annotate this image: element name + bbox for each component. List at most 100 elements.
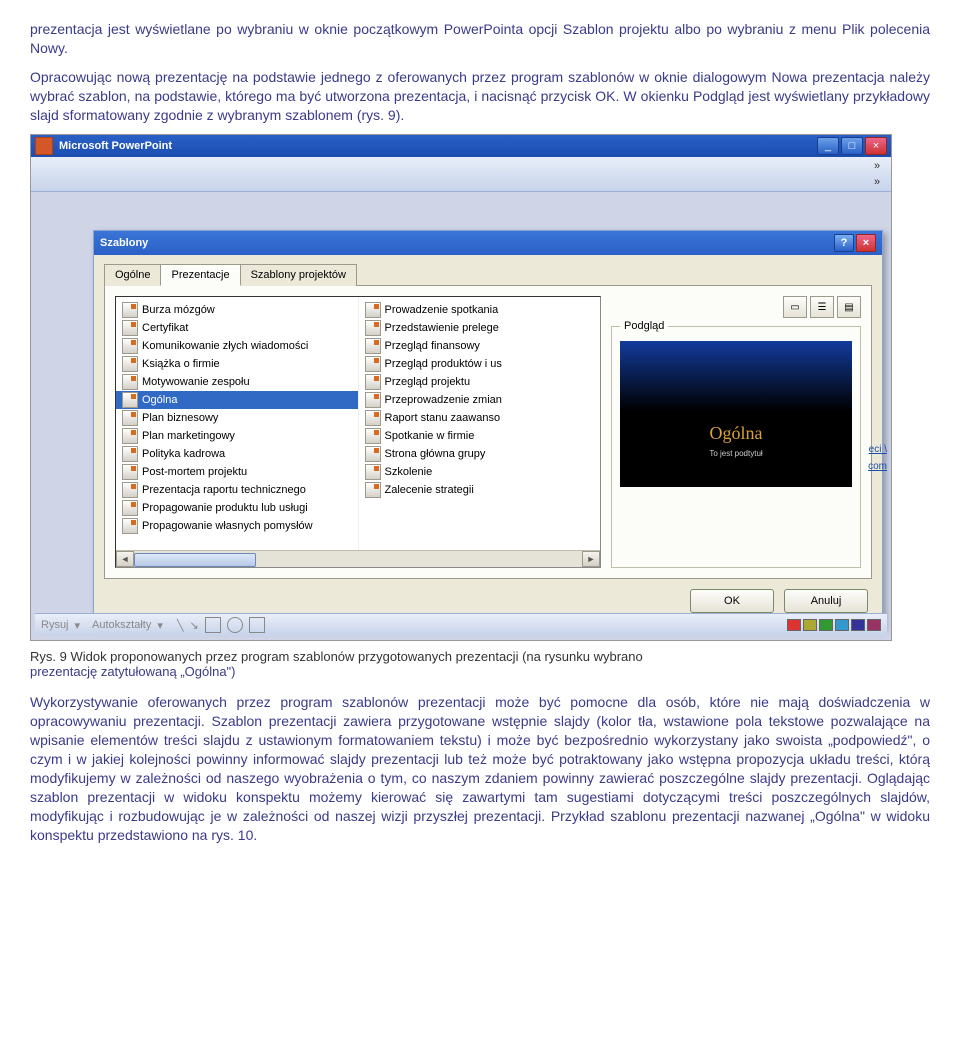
list-item[interactable]: Zalecenie strategii <box>359 481 601 499</box>
list-item[interactable]: Polityka kadrowa <box>116 445 358 463</box>
list-item-label: Prezentacja raportu technicznego <box>142 484 306 496</box>
tab-prezentacje[interactable]: Prezentacje <box>160 264 240 286</box>
dialog-close-button[interactable]: × <box>856 234 876 252</box>
list-item[interactable]: Ogólna <box>116 391 358 409</box>
close-button[interactable]: × <box>865 137 887 155</box>
template-icon <box>365 410 381 426</box>
cancel-button[interactable]: Anuluj <box>784 589 868 613</box>
color-swatch[interactable] <box>819 619 833 631</box>
toolbar-overflow-icon-2[interactable]: » <box>869 176 885 188</box>
list-item[interactable]: Propagowanie własnych pomysłów <box>116 517 358 535</box>
list-item[interactable]: Plan marketingowy <box>116 427 358 445</box>
tab-szablony-projektow[interactable]: Szablony projektów <box>240 264 357 286</box>
list-item-label: Propagowanie produktu lub usługi <box>142 502 308 514</box>
list-item-label: Motywowanie zespołu <box>142 376 250 388</box>
view-list-button[interactable]: ☰ <box>810 296 834 318</box>
list-item[interactable]: Komunikowanie złych wiadomości <box>116 337 358 355</box>
template-listbox[interactable]: Burza mózgów Certyfikat Komunikowanie złyc… <box>115 296 601 568</box>
list-item[interactable]: Przegląd projektu <box>359 373 601 391</box>
tab-ogolne[interactable]: Ogólne <box>104 264 161 286</box>
view-details-button[interactable]: ▤ <box>837 296 861 318</box>
help-button[interactable]: ? <box>834 234 854 252</box>
list-item-label: Zalecenie strategii <box>385 484 474 496</box>
list-item-label: Polityka kadrowa <box>142 448 225 460</box>
template-icon <box>122 410 138 426</box>
template-icon <box>122 302 138 318</box>
horizontal-scrollbar[interactable]: ◄ ► <box>116 550 600 567</box>
dialog-titlebar: Szablony ? × <box>94 231 882 255</box>
list-item[interactable]: Burza mózgów <box>116 301 358 319</box>
list-item[interactable]: Prowadzenie spotkania <box>359 301 601 319</box>
color-swatch[interactable] <box>867 619 881 631</box>
scroll-thumb[interactable] <box>134 553 256 567</box>
list-item[interactable]: Przedstawienie prelege <box>359 319 601 337</box>
preview-label: Podgląd <box>620 320 668 332</box>
draw-menu[interactable]: Rysuj <box>41 619 69 631</box>
taskpane-peek: eci \ com <box>835 444 887 472</box>
list-item[interactable]: Spotkanie w firmie <box>359 427 601 445</box>
list-item-label: Książka o firmie <box>142 358 220 370</box>
preview-slide: Ogólna To jest podtytuł <box>620 341 852 487</box>
list-item[interactable]: Post-mortem projektu <box>116 463 358 481</box>
minimize-button[interactable]: _ <box>817 137 839 155</box>
list-item[interactable]: Raport stanu zaawanso <box>359 409 601 427</box>
list-item-label: Prowadzenie spotkania <box>385 304 499 316</box>
oval-icon[interactable] <box>227 617 243 633</box>
list-item[interactable]: Szkolenie <box>359 463 601 481</box>
list-item[interactable]: Propagowanie produktu lub usługi <box>116 499 358 517</box>
template-icon <box>122 392 138 408</box>
list-item-label: Burza mózgów <box>142 304 215 316</box>
list-item[interactable]: Plan biznesowy <box>116 409 358 427</box>
list-item-label: Certyfikat <box>142 322 188 334</box>
taskpane-link-fragment-1[interactable]: eci \ <box>835 444 887 455</box>
color-swatch[interactable] <box>851 619 865 631</box>
color-swatch[interactable] <box>787 619 801 631</box>
list-item[interactable]: Strona główna grupy <box>359 445 601 463</box>
template-icon <box>122 518 138 534</box>
list-item-label: Plan marketingowy <box>142 430 235 442</box>
list-item-label: Przedstawienie prelege <box>385 322 499 334</box>
template-icon <box>122 356 138 372</box>
scroll-left-icon[interactable]: ◄ <box>116 551 134 567</box>
dialog-title: Szablony <box>100 237 148 249</box>
template-icon <box>122 482 138 498</box>
list-item[interactable]: Certyfikat <box>116 319 358 337</box>
color-swatch[interactable] <box>835 619 849 631</box>
list-item-label: Komunikowanie złych wiadomości <box>142 340 308 352</box>
list-item[interactable]: Przegląd produktów i us <box>359 355 601 373</box>
list-item[interactable]: Przeprowadzenie zmian <box>359 391 601 409</box>
template-icon <box>365 392 381 408</box>
list-item[interactable]: Prezentacja raportu technicznego <box>116 481 358 499</box>
autoshapes-menu[interactable]: Autokształty <box>92 619 151 631</box>
view-large-icons-button[interactable]: ▭ <box>783 296 807 318</box>
toolbar-overflow-icon[interactable]: » <box>869 160 885 172</box>
maximize-button[interactable]: □ <box>841 137 863 155</box>
template-icon <box>122 320 138 336</box>
figure-caption: Rys. 9 Widok proponowanych przez program… <box>30 649 930 679</box>
dialog-tabs: Ogólne Prezentacje Szablony projektów <box>104 263 872 286</box>
template-icon <box>365 446 381 462</box>
list-item-label: Przegląd produktów i us <box>385 358 502 370</box>
list-item-label: Przegląd projektu <box>385 376 471 388</box>
list-item[interactable]: Przegląd finansowy <box>359 337 601 355</box>
scroll-right-icon[interactable]: ► <box>582 551 600 567</box>
list-item-label: Post-mortem projektu <box>142 466 247 478</box>
taskpane-link-fragment-2[interactable]: com <box>835 461 887 472</box>
rectangle-icon[interactable] <box>205 617 221 633</box>
list-item-label: Plan biznesowy <box>142 412 218 424</box>
preview-slide-title: Ogólna <box>620 423 852 444</box>
template-icon <box>122 338 138 354</box>
list-item[interactable]: Motywowanie zespołu <box>116 373 358 391</box>
drawing-toolbar: Rysuj ▾ Autokształty ▾ ╲ ↘ <box>35 613 887 636</box>
textbox-icon[interactable] <box>249 617 265 633</box>
list-item-label: Szkolenie <box>385 466 433 478</box>
ok-button[interactable]: OK <box>690 589 774 613</box>
template-icon <box>122 374 138 390</box>
template-icon <box>365 320 381 336</box>
list-item[interactable]: Książka o firmie <box>116 355 358 373</box>
color-swatch[interactable] <box>803 619 817 631</box>
list-item-label: Propagowanie własnych pomysłów <box>142 520 313 532</box>
screenshot-figure: Microsoft PowerPoint _ □ × » » Szablony … <box>30 134 892 641</box>
template-icon <box>365 374 381 390</box>
toolbar-area: » » <box>31 157 891 192</box>
